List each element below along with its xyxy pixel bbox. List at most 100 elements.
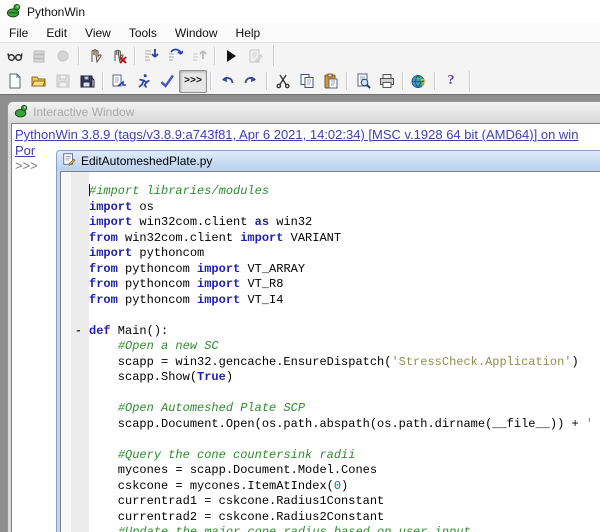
code-gutter xyxy=(61,510,89,526)
fold-marker[interactable]: - xyxy=(61,324,89,340)
toolbar-separator xyxy=(402,72,404,90)
print-icon[interactable] xyxy=(375,70,399,93)
document-window: EditAutomeshedPlate.py #import libraries… xyxy=(56,150,600,532)
code-line: #Update the major cone radius based on u… xyxy=(61,525,600,532)
code-gutter xyxy=(61,448,89,464)
code-gutter xyxy=(61,417,89,433)
toolbar-separator xyxy=(434,72,436,90)
app-title: PythonWin xyxy=(27,5,85,19)
code-gutter xyxy=(61,231,89,247)
toolbar-band-end xyxy=(273,45,275,66)
step-hand-icon[interactable] xyxy=(83,44,107,67)
code-gutter xyxy=(61,401,89,417)
check-code-icon[interactable] xyxy=(155,70,179,93)
code-line: #Query the cone countersink radii xyxy=(61,448,600,464)
code-gutter xyxy=(61,184,89,200)
code-line: from win32com.client import VARIANT xyxy=(61,231,600,247)
code-line: scapp.Document.Open(os.path.abspath(os.p… xyxy=(61,417,600,433)
paste-icon[interactable] xyxy=(319,70,343,93)
menu-tools[interactable]: Tools xyxy=(120,24,166,42)
help-icon[interactable]: ? xyxy=(439,70,463,93)
menu-view[interactable]: View xyxy=(76,24,120,42)
pythonwin-icon xyxy=(6,3,21,21)
code-line: cskcone = mycones.ItemAtIndex(0) xyxy=(61,479,600,495)
save-all-icon[interactable] xyxy=(75,70,99,93)
breakpoint-icon[interactable] xyxy=(51,44,75,67)
toolbar-separator xyxy=(78,47,80,65)
code-gutter xyxy=(61,525,89,532)
code-gutter xyxy=(61,386,89,402)
menu-edit[interactable]: Edit xyxy=(37,24,76,42)
step-over-icon[interactable] xyxy=(163,44,187,67)
code-gutter xyxy=(61,355,89,371)
save-icon[interactable] xyxy=(51,70,75,93)
stack-view-icon[interactable] xyxy=(27,44,51,67)
code-gutter xyxy=(61,277,89,293)
code-line: from pythoncom import VT_I4 xyxy=(61,293,600,309)
menu-help[interactable]: Help xyxy=(227,24,270,42)
import-module-icon[interactable] xyxy=(107,70,131,93)
open-folder-icon[interactable] xyxy=(27,70,51,93)
edit-disabled-icon[interactable] xyxy=(243,44,267,67)
new-document-icon[interactable] xyxy=(3,70,27,93)
code-gutter xyxy=(61,370,89,386)
interactive-window-body[interactable]: PythonWin 3.8.9 (tags/v3.8.9:a743f81, Ap… xyxy=(11,123,600,532)
code-line xyxy=(61,386,600,402)
document-title-bar[interactable]: EditAutomeshedPlate.py xyxy=(57,151,600,170)
code-gutter xyxy=(61,494,89,510)
code-line: #Open Automeshed Plate SCP xyxy=(61,401,600,417)
standard-toolbar: >>> xyxy=(0,68,600,95)
code-gutter xyxy=(61,215,89,231)
step-into-icon[interactable] xyxy=(139,44,163,67)
document-body: #import libraries/modulesimport osimport… xyxy=(60,171,600,532)
code-lines: #import libraries/modulesimport osimport… xyxy=(61,184,600,532)
toolbar-separator xyxy=(210,72,212,90)
toolbar-separator xyxy=(134,47,136,65)
code-line: scapp = win32.gencache.EnsureDispatch('S… xyxy=(61,355,600,371)
go-run-icon[interactable] xyxy=(219,44,243,67)
code-line: currentrad1 = cskcone.Radius1Constant xyxy=(61,494,600,510)
app-title-bar[interactable]: PythonWin xyxy=(0,0,600,23)
code-gutter xyxy=(61,463,89,479)
code-editor[interactable]: #import libraries/modulesimport osimport… xyxy=(61,172,600,532)
menu-bar: File Edit View Tools Window Help xyxy=(0,23,600,43)
code-line: scapp.Show(True) xyxy=(61,370,600,386)
toolbar-separator xyxy=(346,72,348,90)
code-line xyxy=(61,432,600,448)
menu-window[interactable]: Window xyxy=(166,24,227,42)
undo-icon[interactable] xyxy=(215,70,239,93)
script-file-icon xyxy=(62,152,76,169)
code-line: -def Main(): xyxy=(61,324,600,340)
toolbar-band-end xyxy=(469,71,471,92)
code-line: from pythoncom import VT_R8 xyxy=(61,277,600,293)
copy-icon[interactable] xyxy=(295,70,319,93)
pythonwin-icon xyxy=(14,104,28,121)
python-version-banner: PythonWin 3.8.9 (tags/v3.8.9:a743f81, Ap… xyxy=(15,127,600,143)
cut-icon[interactable] xyxy=(271,70,295,93)
run-script-icon[interactable] xyxy=(131,70,155,93)
toolbar-separator xyxy=(266,72,268,90)
interactive-window-toggle[interactable]: >>> xyxy=(179,70,207,93)
code-line: mycones = scapp.Document.Model.Cones xyxy=(61,463,600,479)
close-debugger-hand-icon[interactable] xyxy=(107,44,131,67)
web-help-icon[interactable]: ? xyxy=(407,70,431,93)
code-line: from pythoncom import VT_ARRAY xyxy=(61,262,600,278)
code-gutter xyxy=(61,479,89,495)
redo-icon[interactable] xyxy=(239,70,263,93)
menu-file[interactable]: File xyxy=(0,24,37,42)
code-line xyxy=(61,308,600,324)
interactive-window-title-bar[interactable]: Interactive Window xyxy=(8,102,600,122)
code-gutter xyxy=(61,308,89,324)
code-gutter xyxy=(61,339,89,355)
code-gutter xyxy=(61,293,89,309)
document-title: EditAutomeshedPlate.py xyxy=(81,154,212,168)
toolbar-separator xyxy=(102,72,104,90)
code-line: currentrad2 = cskcone.Radius2Constant xyxy=(61,510,600,526)
code-line: import pythoncom xyxy=(61,246,600,262)
watch-glasses-icon[interactable] xyxy=(3,44,27,67)
code-line: #import libraries/modules xyxy=(61,184,600,200)
code-gutter xyxy=(61,432,89,448)
svg-text:?: ? xyxy=(420,78,426,89)
step-out-icon[interactable] xyxy=(187,44,211,67)
print-preview-icon[interactable] xyxy=(351,70,375,93)
